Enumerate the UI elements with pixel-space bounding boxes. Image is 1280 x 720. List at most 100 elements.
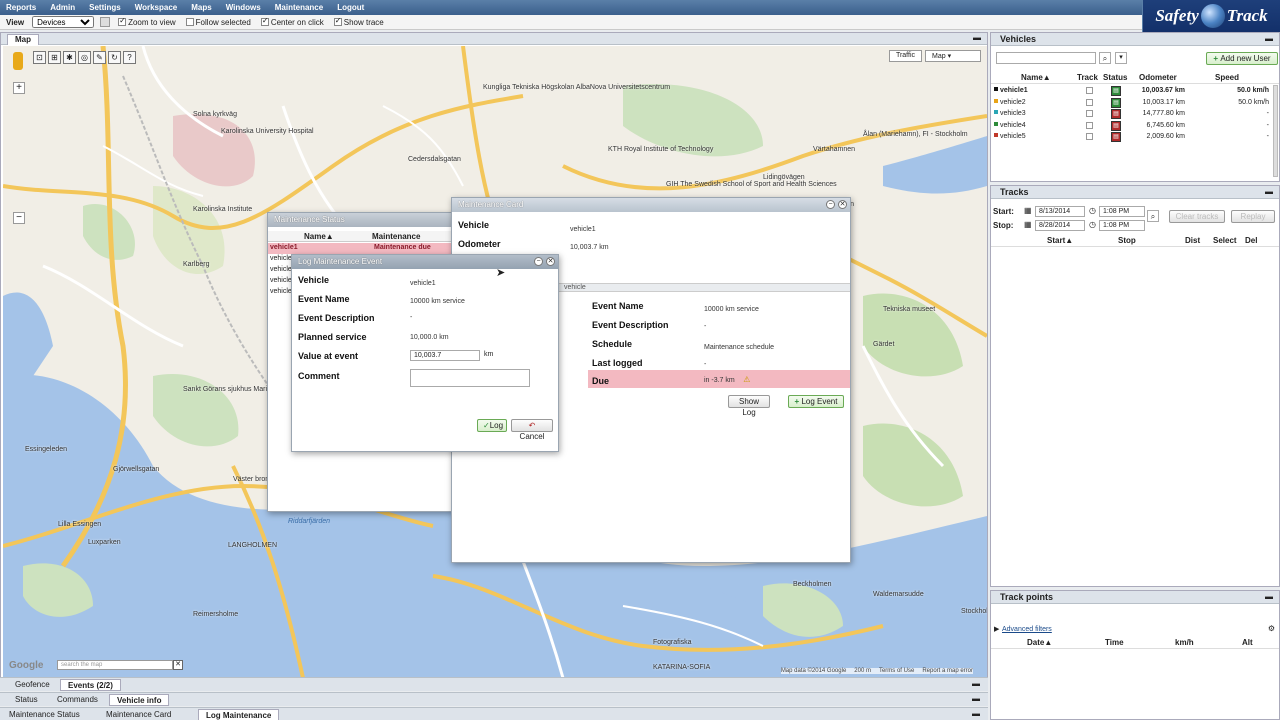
select-area-icon[interactable]: ⊡ bbox=[33, 51, 46, 64]
minimize-icon[interactable]: ▬ bbox=[1265, 33, 1273, 45]
filter-dropdown-icon[interactable]: ▾ bbox=[1115, 52, 1127, 64]
follow-selected-toggle[interactable]: Follow selected bbox=[185, 18, 251, 27]
show-log-button[interactable]: Show Log bbox=[728, 395, 770, 417]
menu-item-settings[interactable]: Settings bbox=[89, 3, 121, 12]
zoom-box-icon[interactable]: ⊞ bbox=[48, 51, 61, 64]
devices-select[interactable]: Devices bbox=[32, 16, 95, 28]
col-stop[interactable]: Stop bbox=[1118, 236, 1136, 245]
col-name[interactable]: Name▲ bbox=[1021, 73, 1051, 82]
checkbox-icon[interactable] bbox=[260, 16, 269, 26]
start-date-input[interactable]: 8/13/2014 bbox=[1035, 206, 1085, 217]
minimize-icon[interactable]: ▬ bbox=[972, 694, 980, 703]
vehicle-row[interactable]: vehicle2 ▤ 10,003.17 km 50.0 km/h bbox=[993, 97, 1279, 109]
street-view-pegman-icon[interactable] bbox=[13, 52, 23, 70]
tab-maintenance-status[interactable]: Maintenance Status bbox=[2, 709, 87, 720]
track-checkbox[interactable] bbox=[1086, 98, 1093, 106]
log-event-button[interactable]: + Log Event bbox=[788, 395, 844, 408]
minimize-icon[interactable]: ▬ bbox=[1265, 591, 1273, 603]
log-button[interactable]: ✓Log bbox=[477, 419, 507, 432]
checkbox-icon[interactable] bbox=[118, 16, 127, 26]
col-date[interactable]: Date▲ bbox=[1027, 638, 1052, 647]
col-time[interactable]: Time bbox=[1105, 638, 1124, 647]
settings-icon[interactable]: ⚙ bbox=[1268, 624, 1275, 633]
vehicle-row[interactable]: vehicle5 ▤ 2,009.60 km - bbox=[993, 132, 1279, 143]
geofence-icon[interactable]: ◎ bbox=[78, 51, 91, 64]
clear-tracks-button[interactable]: Clear tracks bbox=[1169, 210, 1225, 223]
minimize-icon[interactable]: ▬ bbox=[1265, 186, 1273, 198]
calendar-icon[interactable]: ▦ bbox=[1024, 220, 1032, 229]
col-alt[interactable]: Alt bbox=[1242, 638, 1253, 647]
tab-commands[interactable]: Commands bbox=[50, 694, 105, 706]
calendar-icon[interactable]: ▦ bbox=[1024, 206, 1032, 215]
minimize-icon[interactable]: ▬ bbox=[972, 709, 980, 718]
col-speed[interactable]: km/h bbox=[1175, 638, 1194, 647]
col-status[interactable]: Status bbox=[1103, 73, 1127, 82]
track-checkbox[interactable] bbox=[1086, 133, 1093, 140]
tab-status[interactable]: Status bbox=[8, 694, 45, 706]
replay-button[interactable]: Replay bbox=[1231, 210, 1275, 223]
tab-maintenance-card[interactable]: Maintenance Card bbox=[99, 709, 178, 720]
map-search-input[interactable]: search the map bbox=[57, 660, 173, 670]
draw-icon[interactable]: ✎ bbox=[93, 51, 106, 64]
traffic-button[interactable]: Traffic bbox=[888, 50, 922, 62]
dialog-header[interactable]: Log Maintenance Event − ✕ bbox=[292, 255, 558, 269]
dialog-header[interactable]: Maintenance Card − ✕ bbox=[452, 198, 850, 212]
save-view-icon[interactable] bbox=[100, 17, 111, 27]
col-dist[interactable]: Dist bbox=[1185, 236, 1200, 245]
col-odometer[interactable]: Odometer bbox=[1139, 73, 1177, 82]
map-canvas[interactable]: Solna kyrkväg Karolinska University Hospi… bbox=[3, 46, 987, 678]
track-checkbox[interactable] bbox=[1086, 110, 1093, 117]
menu-item-logout[interactable]: Logout bbox=[337, 3, 364, 12]
attribution-link[interactable]: Report a map error bbox=[922, 668, 973, 674]
clock-icon[interactable]: ◷ bbox=[1089, 206, 1096, 215]
zoom-out-icon[interactable]: − bbox=[13, 212, 25, 224]
table-row[interactable]: vehicle1 Maintenance due bbox=[268, 243, 454, 254]
menu-item-maps[interactable]: Maps bbox=[191, 3, 211, 12]
col-select[interactable]: Select bbox=[1213, 236, 1237, 245]
col-del[interactable]: Del bbox=[1245, 236, 1257, 245]
stop-time-input[interactable]: 1:08 PM bbox=[1099, 220, 1145, 231]
close-icon[interactable]: ✕ bbox=[838, 200, 847, 209]
tab-log-maintenance[interactable]: Log Maintenance bbox=[198, 709, 280, 720]
close-icon[interactable]: ✕ bbox=[546, 257, 555, 266]
show-trace-toggle[interactable]: Show trace bbox=[333, 16, 384, 27]
comment-textarea[interactable] bbox=[410, 369, 530, 387]
center-on-click-toggle[interactable]: Center on click bbox=[260, 16, 324, 27]
track-checkbox[interactable] bbox=[1086, 87, 1093, 94]
tab-vehicle-info[interactable]: Vehicle info bbox=[109, 694, 170, 706]
clock-icon[interactable]: ◷ bbox=[1089, 220, 1096, 229]
col-maintenance[interactable]: Maintenance bbox=[372, 232, 420, 241]
stop-date-input[interactable]: 8/28/2014 bbox=[1035, 220, 1085, 231]
menu-item-reports[interactable]: Reports bbox=[6, 3, 36, 12]
checkbox-icon[interactable] bbox=[333, 16, 342, 26]
cancel-button[interactable]: ↶ Cancel bbox=[511, 419, 553, 441]
search-tracks-icon[interactable]: ⌕ bbox=[1147, 210, 1159, 222]
poi-icon[interactable]: ✱ bbox=[63, 51, 76, 64]
start-time-input[interactable]: 1:08 PM bbox=[1099, 206, 1145, 217]
track-checkbox[interactable] bbox=[1086, 121, 1093, 129]
col-speed[interactable]: Speed bbox=[1215, 73, 1239, 82]
minimize-icon[interactable]: ▬ bbox=[972, 679, 980, 688]
vehicle-row[interactable]: vehicle1 ▤ 10,003.67 km 50.0 km/h bbox=[993, 86, 1279, 97]
tab-events[interactable]: Events (2/2) bbox=[60, 679, 121, 691]
menu-item-windows[interactable]: Windows bbox=[226, 3, 261, 12]
checkbox-icon[interactable] bbox=[185, 18, 194, 26]
value-at-event-input[interactable]: 10,003.7 bbox=[410, 350, 480, 361]
zoom-to-view-toggle[interactable]: Zoom to view bbox=[118, 16, 176, 27]
tab-geofence[interactable]: Geofence bbox=[8, 679, 57, 691]
attribution-link[interactable]: Terms of Use bbox=[879, 668, 914, 674]
expand-arrow-icon[interactable]: ▶ bbox=[994, 625, 999, 633]
add-new-user-button[interactable]: + Add new User bbox=[1206, 52, 1278, 65]
zoom-in-icon[interactable]: + bbox=[13, 82, 25, 94]
measure-icon[interactable]: ↻ bbox=[108, 51, 121, 64]
minimize-icon[interactable]: ▬ bbox=[973, 33, 981, 42]
minimize-icon[interactable]: − bbox=[534, 257, 543, 266]
menu-item-admin[interactable]: Admin bbox=[50, 3, 75, 12]
col-name[interactable]: Name▲ bbox=[304, 232, 334, 241]
col-start[interactable]: Start▲ bbox=[1047, 236, 1073, 245]
vehicle-row[interactable]: vehicle4 ▤ 6,745.60 km - bbox=[993, 120, 1279, 132]
vehicle-search-input[interactable] bbox=[996, 52, 1096, 64]
col-track[interactable]: Track bbox=[1077, 73, 1098, 82]
help-icon[interactable]: ? bbox=[123, 51, 136, 64]
dialog-header[interactable]: Maintenance Status bbox=[268, 213, 452, 227]
